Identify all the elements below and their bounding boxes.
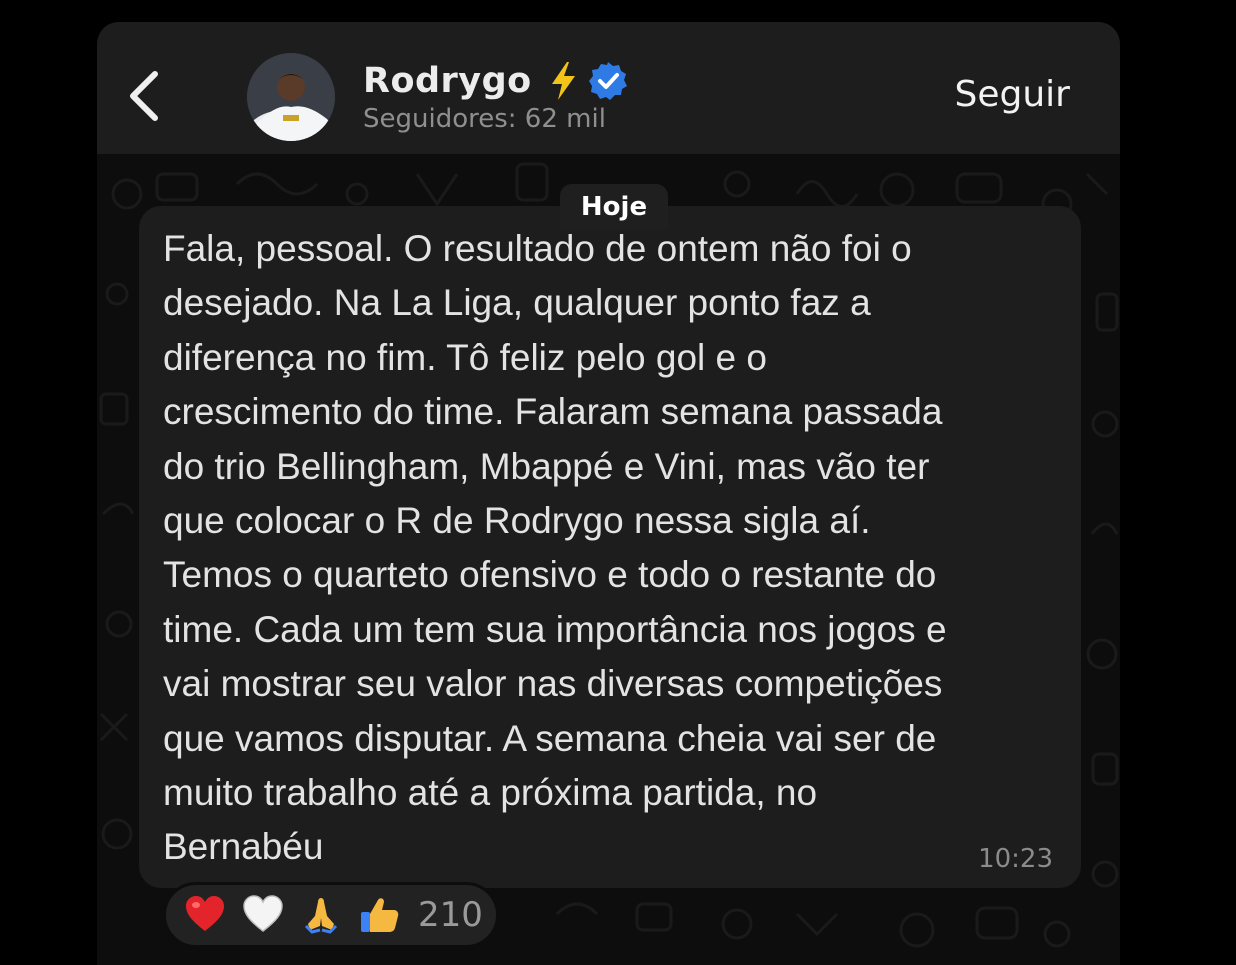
follow-button[interactable]: Seguir: [955, 74, 1070, 115]
message-timestamp: 10:23: [978, 844, 1053, 874]
message-line: crescimento do time. Falaram semana pass…: [163, 391, 943, 433]
message-line: time. Cada um tem sua importância nos jo…: [163, 608, 947, 650]
message-line: diferença no fim. Tô feliz pelo gol e o: [163, 336, 767, 378]
message-line: vai mostrar seu valor nas diversas compe…: [163, 663, 943, 705]
lightning-bolt-icon: [551, 62, 575, 100]
reaction-count: 210: [418, 895, 483, 935]
chevron-left-icon: [130, 71, 158, 121]
message-line: Fala, pessoal. O resultado de ontem não …: [163, 228, 912, 269]
white-heart-icon: [243, 895, 283, 932]
followers-count: Seguidores: 62 mil: [363, 104, 606, 134]
avatar-photo: [247, 53, 335, 141]
channel-window: Rodrygo Seguidores: 62 mil Seguir Fala, …: [97, 22, 1120, 965]
folded-hands-icon: [304, 898, 338, 934]
avatar[interactable]: [247, 53, 335, 141]
thumbs-up-icon: [361, 898, 399, 932]
message-line: do trio Bellingham, Mbappé e Vini, mas v…: [163, 445, 930, 487]
message-line: Bernabéu: [163, 826, 324, 868]
date-separator: Hoje: [560, 184, 668, 230]
channel-title-row: Rodrygo: [363, 58, 628, 104]
red-heart-icon: [186, 896, 224, 931]
channel-header: Rodrygo Seguidores: 62 mil Seguir: [97, 22, 1120, 154]
message-text: Fala, pessoal. O resultado de ontem não …: [163, 222, 1063, 875]
back-button[interactable]: [121, 66, 171, 126]
message-line: Temos o quarteto ofensivo e todo o resta…: [163, 554, 937, 596]
reactions-pill[interactable]: 210: [163, 882, 499, 948]
message-line: desejado. Na La Liga, qualquer ponto faz…: [163, 282, 871, 324]
message-bubble[interactable]: Fala, pessoal. O resultado de ontem não …: [139, 206, 1081, 888]
message-line: que vamos disputar. A semana cheia vai s…: [163, 717, 937, 759]
verified-badge-icon: [588, 62, 627, 100]
message-line: que colocar o R de Rodrygo nessa sigla a…: [163, 500, 871, 542]
message-line: muito trabalho até a próxima partida, no: [163, 772, 818, 814]
channel-name[interactable]: Rodrygo: [363, 61, 532, 101]
message-area[interactable]: Fala, pessoal. O resultado de ontem não …: [97, 154, 1120, 965]
